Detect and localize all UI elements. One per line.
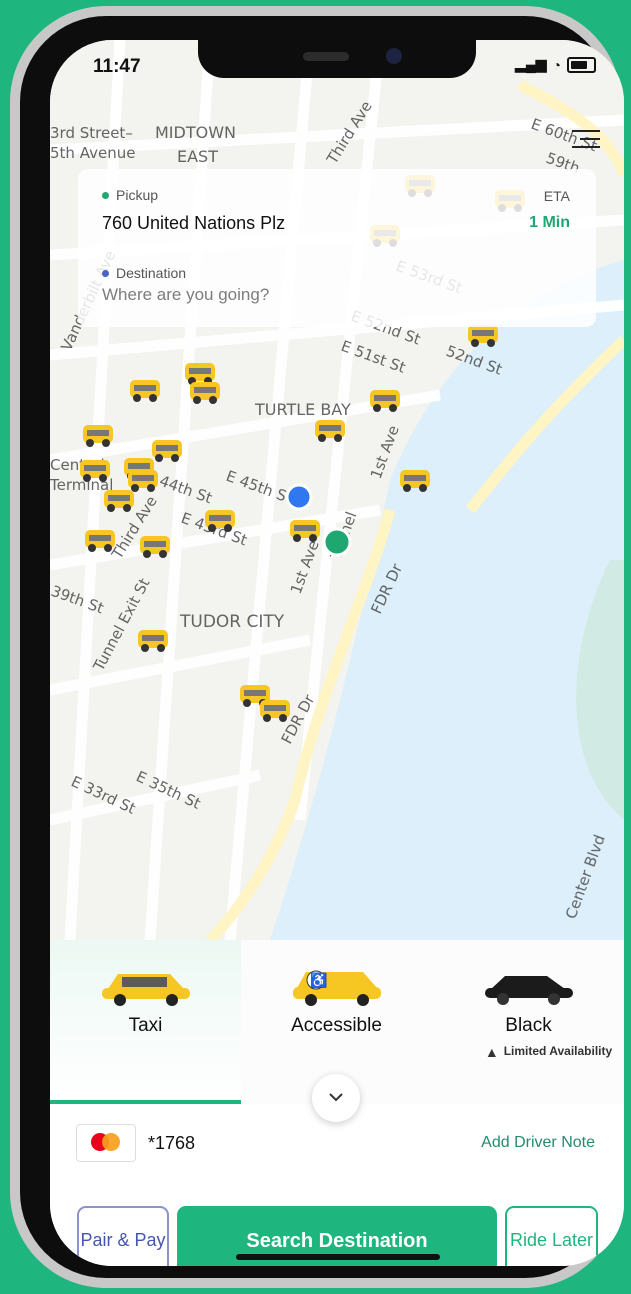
pickup-dot-icon xyxy=(102,191,109,199)
bottom-panel: *1768 Add Driver Note Pair & Pay Search … xyxy=(50,1104,624,1266)
front-camera xyxy=(386,48,402,64)
phone-frame: 3rd Street– 5th Avenue MIDTOWN EAST TURT… xyxy=(10,6,624,1288)
payment-card[interactable]: *1768 xyxy=(76,1124,195,1162)
notch xyxy=(198,40,476,78)
wifi-icon: ◔ xyxy=(552,56,561,73)
eta-label: ETA xyxy=(543,188,570,204)
menu-icon[interactable] xyxy=(572,130,600,150)
map-label: TUDOR CITY xyxy=(179,612,285,632)
availability-note: ▲ Limited Availability xyxy=(484,1044,613,1060)
vehicle-label-taxi: Taxi xyxy=(128,1015,163,1036)
map-label: TURTLE BAY xyxy=(254,400,351,419)
vehicle-option-black[interactable]: Black ▲ Limited Availability xyxy=(433,940,624,1104)
svg-text:♿: ♿ xyxy=(310,972,327,989)
home-indicator[interactable] xyxy=(236,1254,440,1260)
taxi-icon xyxy=(101,974,190,1006)
map-label: EAST xyxy=(177,147,218,166)
eta-value: 1 Min xyxy=(529,214,570,231)
accessible-taxi-icon: ♿ xyxy=(292,970,381,1006)
pickup-marker[interactable] xyxy=(322,527,352,557)
destination-label: Destination xyxy=(116,265,187,281)
vehicle-label-black: Black xyxy=(505,1015,552,1036)
trip-card: Pickup 760 United Nations Plz ETA 1 Min … xyxy=(78,169,596,327)
map-label: 5th Avenue xyxy=(50,144,135,162)
black-car-icon xyxy=(484,976,573,1005)
card-number: *1768 xyxy=(148,1132,196,1153)
destination-dot-icon xyxy=(102,269,109,277)
ride-later-button[interactable]: Ride Later xyxy=(505,1206,598,1266)
pickup-label-row: Pickup xyxy=(102,187,158,203)
map-label: 3rd Street– xyxy=(50,124,133,142)
app-screen: 3rd Street– 5th Avenue MIDTOWN EAST TURT… xyxy=(50,40,624,1266)
chevron-down-icon xyxy=(329,1093,343,1102)
current-location-marker xyxy=(285,483,313,511)
speaker xyxy=(303,52,349,61)
status-icons: ▂▄▆ ◔ xyxy=(515,56,596,73)
add-driver-note-link[interactable]: Add Driver Note xyxy=(481,1134,595,1152)
destination-input[interactable] xyxy=(102,285,402,305)
map-label: MIDTOWN xyxy=(155,123,236,142)
vehicle-label-accessible: Accessible xyxy=(291,1015,382,1036)
battery-icon xyxy=(567,56,596,73)
pair-pay-button[interactable]: Pair & Pay xyxy=(77,1206,169,1266)
warning-icon: ▲ xyxy=(484,1044,499,1060)
mastercard-icon xyxy=(76,1124,136,1162)
status-time: 11:47 xyxy=(93,56,141,77)
signal-icon: ▂▄▆ xyxy=(515,56,547,72)
pickup-label: Pickup xyxy=(116,187,159,203)
vehicle-option-taxi[interactable]: Taxi xyxy=(50,940,241,1104)
destination-label-row: Destination xyxy=(102,265,186,281)
expand-button[interactable] xyxy=(312,1074,360,1122)
pickup-address[interactable]: 760 United Nations Plz xyxy=(102,213,285,234)
